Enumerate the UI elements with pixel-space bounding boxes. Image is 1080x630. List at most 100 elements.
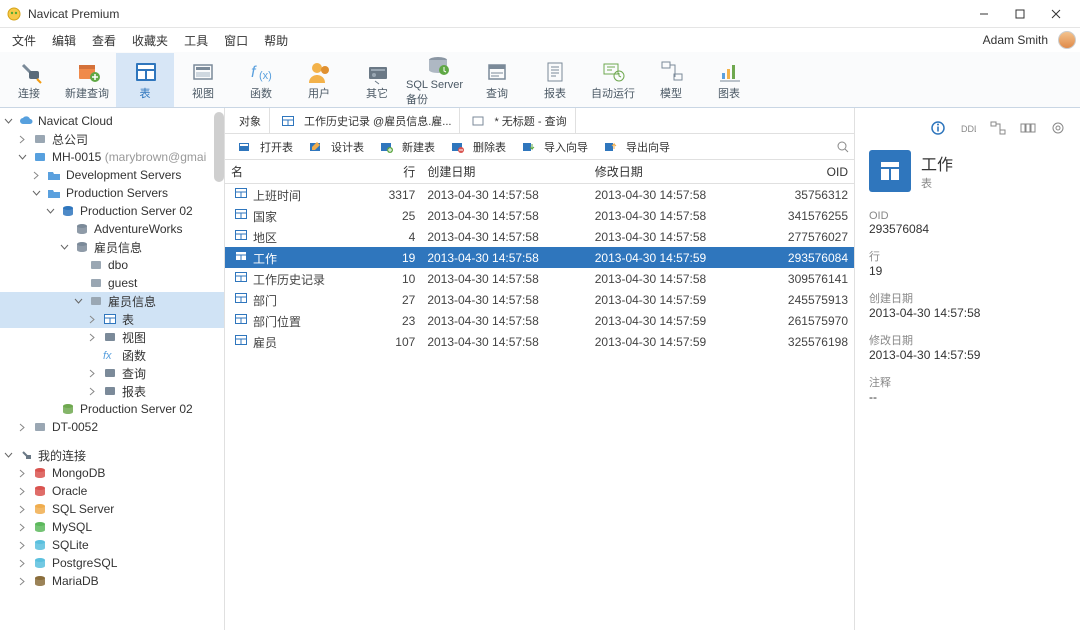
tree-toggle[interactable] (18, 577, 30, 586)
table-row[interactable]: 地区42013-04-30 14:57:582013-04-30 14:57:5… (225, 226, 854, 247)
tree-item-dbo[interactable]: dbo (0, 256, 224, 274)
col-OID[interactable]: OID (756, 160, 854, 184)
menu-edit[interactable]: 编辑 (44, 30, 84, 51)
toolbar-设计表[interactable]: 设计表 (300, 137, 369, 157)
menu-help[interactable]: 帮助 (256, 30, 296, 51)
tree-toggle[interactable] (60, 243, 72, 252)
tree-item-Production Server 02[interactable]: Production Server 02 (0, 202, 224, 220)
tree-item-函数[interactable]: fx函数 (0, 346, 224, 364)
ribbon-SQL Server 备份[interactable]: SQL Server 备份 (406, 53, 468, 107)
tree-toggle[interactable] (18, 469, 30, 478)
ribbon-函数[interactable]: f(x)函数 (232, 53, 290, 107)
tree-toggle[interactable] (88, 333, 100, 342)
tree-toggle[interactable] (4, 117, 16, 126)
ribbon-新建查询[interactable]: 新建查询 (58, 53, 116, 107)
toolbar-打开表[interactable]: 打开表 (229, 137, 298, 157)
tab-2[interactable]: * 无标题 - 查询 (460, 108, 575, 133)
toolbar-导出向导[interactable]: 导出向导 (595, 137, 675, 157)
tree-toggle[interactable] (32, 171, 44, 180)
ribbon-查询[interactable]: 查询 (468, 53, 526, 107)
tree-item-MySQL[interactable]: MySQL (0, 518, 224, 536)
menu-view[interactable]: 查看 (84, 30, 124, 51)
tree-item-查询[interactable]: 查询 (0, 364, 224, 382)
tree-item-视图[interactable]: 视图 (0, 328, 224, 346)
close-button[interactable] (1038, 0, 1074, 28)
col-名[interactable]: 名 (225, 160, 369, 184)
columns-view-icon[interactable] (1020, 120, 1036, 136)
minimize-button[interactable] (966, 0, 1002, 28)
menu-tools[interactable]: 工具 (176, 30, 216, 51)
tree-item-DT-0052[interactable]: DT-0052 (0, 418, 224, 436)
toolbar-导入向导[interactable]: 导入向导 (513, 137, 593, 157)
info-view-icon[interactable] (930, 120, 946, 136)
ribbon-其它[interactable]: 其它 (348, 53, 406, 107)
menu-favorites[interactable]: 收藏夹 (124, 30, 176, 51)
relations-view-icon[interactable] (990, 120, 1006, 136)
current-user[interactable]: Adam Smith (977, 33, 1054, 47)
tree-item-Oracle[interactable]: Oracle (0, 482, 224, 500)
tree-toggle[interactable] (18, 153, 30, 162)
table-row[interactable]: 部门位置232013-04-30 14:57:582013-04-30 14:5… (225, 310, 854, 331)
tree-toggle[interactable] (46, 207, 58, 216)
tree-toggle[interactable] (18, 487, 30, 496)
tree-toggle[interactable] (18, 135, 30, 144)
tree-toggle[interactable] (18, 523, 30, 532)
tree-toggle[interactable] (18, 423, 30, 432)
tree-item-MongoDB[interactable]: MongoDB (0, 464, 224, 482)
tree-toggle[interactable] (88, 315, 100, 324)
tree-item-总公司[interactable]: 总公司 (0, 130, 224, 148)
tree-toggle[interactable] (18, 541, 30, 550)
ribbon-视图[interactable]: 视图 (174, 53, 232, 107)
ribbon-自动运行[interactable]: 自动运行 (584, 53, 642, 107)
tree-item-雇员信息[interactable]: 雇员信息 (0, 238, 224, 256)
tree-item-报表[interactable]: 报表 (0, 382, 224, 400)
table-row[interactable]: 国家252013-04-30 14:57:582013-04-30 14:57:… (225, 205, 854, 226)
table-row[interactable]: 部门272013-04-30 14:57:582013-04-30 14:57:… (225, 289, 854, 310)
settings-view-icon[interactable] (1050, 120, 1066, 136)
tree-item-Development Servers[interactable]: Development Servers (0, 166, 224, 184)
tree-item-表[interactable]: 表 (0, 310, 224, 328)
tree-item-PostgreSQL[interactable]: PostgreSQL (0, 554, 224, 572)
ribbon-报表[interactable]: 报表 (526, 53, 584, 107)
tree-item-Navicat Cloud[interactable]: Navicat Cloud (0, 112, 224, 130)
menu-file[interactable]: 文件 (4, 30, 44, 51)
menu-window[interactable]: 窗口 (216, 30, 256, 51)
tree-item-Production Servers[interactable]: Production Servers (0, 184, 224, 202)
table-row[interactable]: 上班时间33172013-04-30 14:57:582013-04-30 14… (225, 184, 854, 206)
scrollbar-thumb[interactable] (214, 112, 224, 182)
tree-item-guest[interactable]: guest (0, 274, 224, 292)
user-avatar[interactable] (1058, 31, 1076, 49)
ribbon-表[interactable]: 表 (116, 53, 174, 107)
ribbon-模型[interactable]: 模型 (642, 53, 700, 107)
tree-toggle[interactable] (18, 559, 30, 568)
table-row[interactable]: 工作192013-04-30 14:57:582013-04-30 14:57:… (225, 247, 854, 268)
tree-item-MH-0015[interactable]: MH-0015 (marybrown@gmai (0, 148, 224, 166)
tree-toggle[interactable] (18, 505, 30, 514)
tree-toggle[interactable] (88, 369, 100, 378)
tree-item-SQL Server[interactable]: SQL Server (0, 500, 224, 518)
maximize-button[interactable] (1002, 0, 1038, 28)
table-row[interactable]: 工作历史记录102013-04-30 14:57:582013-04-30 14… (225, 268, 854, 289)
tree-item-我的连接[interactable]: 我的连接 (0, 446, 224, 464)
ribbon-用户[interactable]: 用户 (290, 53, 348, 107)
tree-item-AdventureWorks[interactable]: AdventureWorks (0, 220, 224, 238)
table-row[interactable]: 雇员1072013-04-30 14:57:582013-04-30 14:57… (225, 331, 854, 352)
ribbon-连接[interactable]: 连接 (0, 53, 58, 107)
tree-toggle[interactable] (74, 297, 86, 306)
col-修改日期[interactable]: 修改日期 (589, 160, 756, 184)
col-创建日期[interactable]: 创建日期 (421, 160, 588, 184)
tree-toggle[interactable] (4, 451, 16, 460)
tree-item-Production Server 02[interactable]: Production Server 02 (0, 400, 224, 418)
ddl-view-icon[interactable]: DDL (960, 120, 976, 136)
tree-toggle[interactable] (88, 387, 100, 396)
tree-item-MariaDB[interactable]: MariaDB (0, 572, 224, 590)
toolbar-删除表[interactable]: 删除表 (442, 137, 511, 157)
ribbon-图表[interactable]: 图表 (700, 53, 758, 107)
tree-toggle[interactable] (32, 189, 44, 198)
search-icon[interactable] (836, 140, 850, 154)
tree-item-SQLite[interactable]: SQLite (0, 536, 224, 554)
tree-item-雇员信息[interactable]: 雇员信息 (0, 292, 224, 310)
tab-0[interactable]: 对象 (231, 108, 270, 133)
tab-1[interactable]: 工作历史记录 @雇员信息.雇... (270, 108, 460, 133)
toolbar-新建表[interactable]: 新建表 (371, 137, 440, 157)
